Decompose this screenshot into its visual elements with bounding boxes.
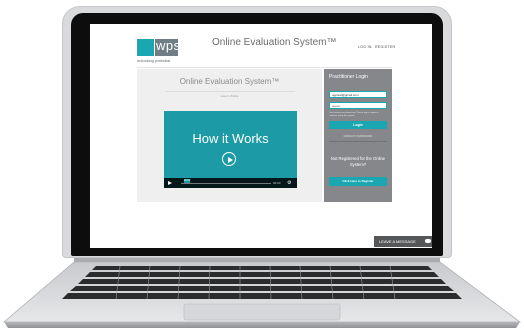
laptop-base xyxy=(2,261,522,328)
